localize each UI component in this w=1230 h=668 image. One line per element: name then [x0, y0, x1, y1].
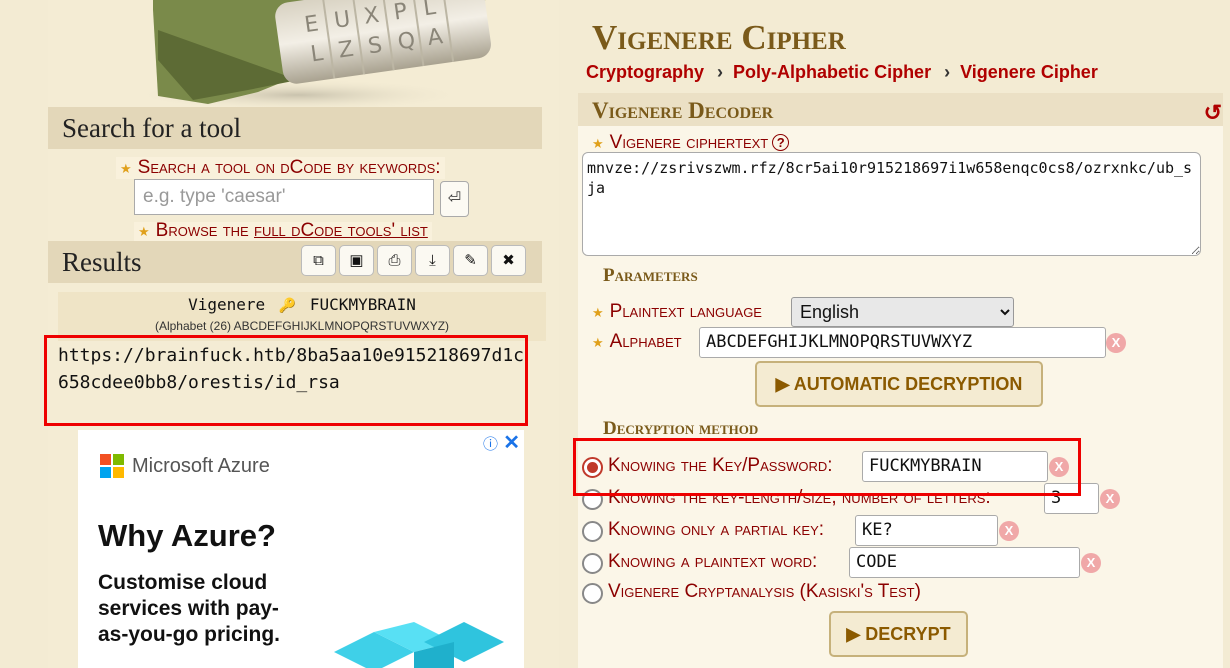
- decrypt-button[interactable]: ▶ DECRYPT: [829, 611, 968, 657]
- parameters-title: Parameters: [603, 265, 698, 286]
- result-cipher-name: Vigenere: [188, 295, 266, 314]
- search-tool-header: Search for a tool: [48, 107, 542, 149]
- svg-text:Q: Q: [396, 28, 417, 55]
- ad-body: Customise cloud services with pay-as-you…: [98, 571, 281, 646]
- copy-button[interactable]: ⧉: [301, 245, 336, 276]
- ad-close-icon[interactable]: ✕: [503, 430, 520, 455]
- decoder-header: Vigenere Decoder ↺: [578, 93, 1223, 126]
- result-plaintext[interactable]: https://brainfuck.htb/8ba5aa10e915218697…: [58, 342, 528, 396]
- pin-button[interactable]: ✎: [453, 245, 488, 276]
- ad-cube-graphic: [334, 622, 504, 668]
- radio-key-length[interactable]: [582, 489, 603, 510]
- help-icon[interactable]: ?: [772, 134, 790, 151]
- search-keywords-label: ★ Search a tool on dCode by keywords:: [116, 157, 445, 179]
- language-label-text: Plaintext language: [609, 301, 762, 322]
- alphabet-input[interactable]: ABCDEFGHIJKLMNOPQRSTUVWXYZ: [699, 327, 1106, 358]
- star-icon: ★: [592, 136, 604, 151]
- key-icon: 🔑: [278, 298, 297, 314]
- method-partial-key-label[interactable]: Knowing only a partial key:: [608, 519, 824, 541]
- plaintext-word-input[interactable]: CODE: [849, 547, 1080, 578]
- result-alphabet-note: (Alphabet (26) ABCDEFGHIJKLMNOPQRSTUVWXY…: [154, 319, 450, 333]
- result-key-value: FUCKMYBRAIN: [309, 295, 416, 314]
- refresh-icon[interactable]: ↺: [1204, 95, 1222, 130]
- clear-partial-key-icon[interactable]: X: [999, 521, 1019, 541]
- language-label: ★ Plaintext language: [592, 301, 762, 323]
- breadcrumb: Cryptography › Poly-Alphabetic Cipher › …: [586, 62, 1098, 83]
- alphabet-label-text: Alphabet: [609, 331, 682, 352]
- star-icon: ★: [592, 335, 604, 350]
- method-key-length-label[interactable]: Knowing the key-length/size, number of l…: [608, 487, 991, 509]
- browse-prefix: Browse the: [155, 220, 254, 241]
- star-icon: ★: [120, 161, 132, 176]
- ad-logo: Microsoft Azure: [100, 454, 270, 478]
- clear-key-length-icon[interactable]: X: [1100, 489, 1120, 509]
- decryption-method-title: Decryption method: [603, 418, 759, 439]
- decoder-title: Vigenere Decoder: [592, 98, 774, 123]
- close-results-button[interactable]: ✖: [491, 245, 526, 276]
- ciphertext-input[interactable]: mnvze://zsrivszwm.rfz/8cr5ai10r915218697…: [582, 152, 1201, 256]
- key-length-input[interactable]: 3: [1044, 483, 1099, 514]
- ad-info-icon[interactable]: ⓘ: [483, 433, 498, 454]
- ciphertext-label: ★ Vigenere ciphertext?: [592, 132, 790, 154]
- results-toolbar: ⧉ ▣ ⎙ ⤓ ✎ ✖: [301, 245, 526, 276]
- cryptex-image: EUX PL LZS QA: [98, 0, 498, 108]
- method-know-key-label[interactable]: Knowing the Key/Password:: [608, 455, 833, 477]
- result-key-line: Vigenere 🔑 FUCKMYBRAIN: [58, 292, 546, 314]
- results-title: Results: [62, 247, 142, 277]
- results-header: Results ⧉ ▣ ⎙ ⤓ ✎ ✖: [48, 241, 542, 283]
- browse-tools-link[interactable]: ★ Browse the full dCode tools' list: [134, 220, 432, 242]
- plaintext-language-select[interactable]: English: [791, 297, 1014, 327]
- clear-alphabet-icon[interactable]: X: [1106, 333, 1126, 353]
- automatic-decryption-button[interactable]: ▶ AUTOMATIC DECRYPTION: [755, 361, 1043, 407]
- radio-plaintext-word[interactable]: [582, 553, 603, 574]
- svg-text:U: U: [333, 7, 352, 34]
- star-icon: ★: [592, 305, 604, 320]
- microsoft-logo-icon: [100, 454, 124, 478]
- breadcrumb-poly-alphabetic[interactable]: Poly-Alphabetic Cipher: [733, 62, 931, 82]
- ciphertext-label-text: Vigenere ciphertext: [609, 132, 769, 153]
- key-password-input[interactable]: FUCKMYBRAIN: [862, 451, 1048, 482]
- ad-title: Why Azure?: [98, 518, 276, 553]
- partial-key-input[interactable]: KE?: [855, 515, 998, 546]
- radio-kasiski[interactable]: [582, 583, 603, 604]
- ad-brand: Microsoft Azure: [132, 454, 270, 477]
- star-icon: ★: [138, 224, 150, 239]
- search-keywords-text: Search a tool on dCode by keywords:: [137, 157, 441, 178]
- breadcrumb-vigenere[interactable]: Vigenere Cipher: [960, 62, 1098, 82]
- clear-key-icon[interactable]: X: [1049, 457, 1069, 477]
- result-summary: Vigenere 🔑 FUCKMYBRAIN (Alphabet (26) AB…: [58, 292, 546, 341]
- radio-partial-key[interactable]: [582, 521, 603, 542]
- screenshot-button[interactable]: ▣: [339, 245, 374, 276]
- alphabet-label: ★ Alphabet: [592, 331, 682, 353]
- download-button[interactable]: ⤓: [415, 245, 450, 276]
- clear-plaintext-word-icon[interactable]: X: [1081, 553, 1101, 573]
- decoder-panel: Vigenere Decoder ↺ ★ Vigenere ciphertext?…: [578, 93, 1223, 668]
- breadcrumb-separator: ›: [717, 62, 724, 82]
- tool-search-input[interactable]: [134, 179, 434, 215]
- radio-know-key[interactable]: [582, 457, 603, 478]
- advertisement[interactable]: ⓘ ✕ Microsoft Azure Why Azure? Customise…: [78, 430, 524, 668]
- print-button[interactable]: ⎙: [377, 245, 412, 276]
- breadcrumb-cryptography[interactable]: Cryptography: [586, 62, 704, 82]
- sidebar: EUX PL LZS QA Search for a tool ★ Search …: [48, 0, 559, 668]
- method-kasiski-label[interactable]: Vigenere Cryptanalysis (Kasiski's Test): [608, 581, 921, 603]
- method-plaintext-word-label[interactable]: Knowing a plaintext word:: [608, 551, 817, 573]
- page-title: Vigenere Cipher: [592, 18, 846, 57]
- browse-link-text[interactable]: full dCode tools' list: [254, 220, 428, 241]
- breadcrumb-separator: ›: [944, 62, 951, 82]
- search-submit-button[interactable]: ⏎: [440, 181, 469, 217]
